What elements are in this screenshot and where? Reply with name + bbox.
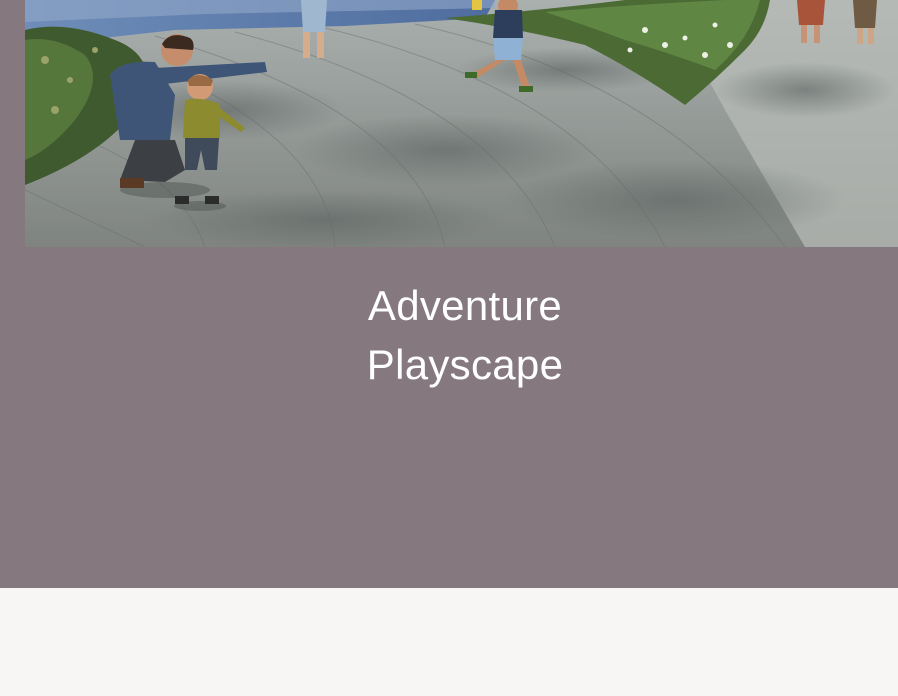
feature-section: Adventure Playscape: [0, 0, 898, 588]
playscape-illustration: [25, 0, 898, 247]
feature-title: Adventure Playscape: [0, 276, 898, 394]
playscape-photo: [25, 0, 898, 247]
feature-title-line-2: Playscape: [366, 341, 564, 388]
feature-title-line-1: Adventure: [367, 282, 563, 329]
page-footer-area: [0, 588, 898, 696]
